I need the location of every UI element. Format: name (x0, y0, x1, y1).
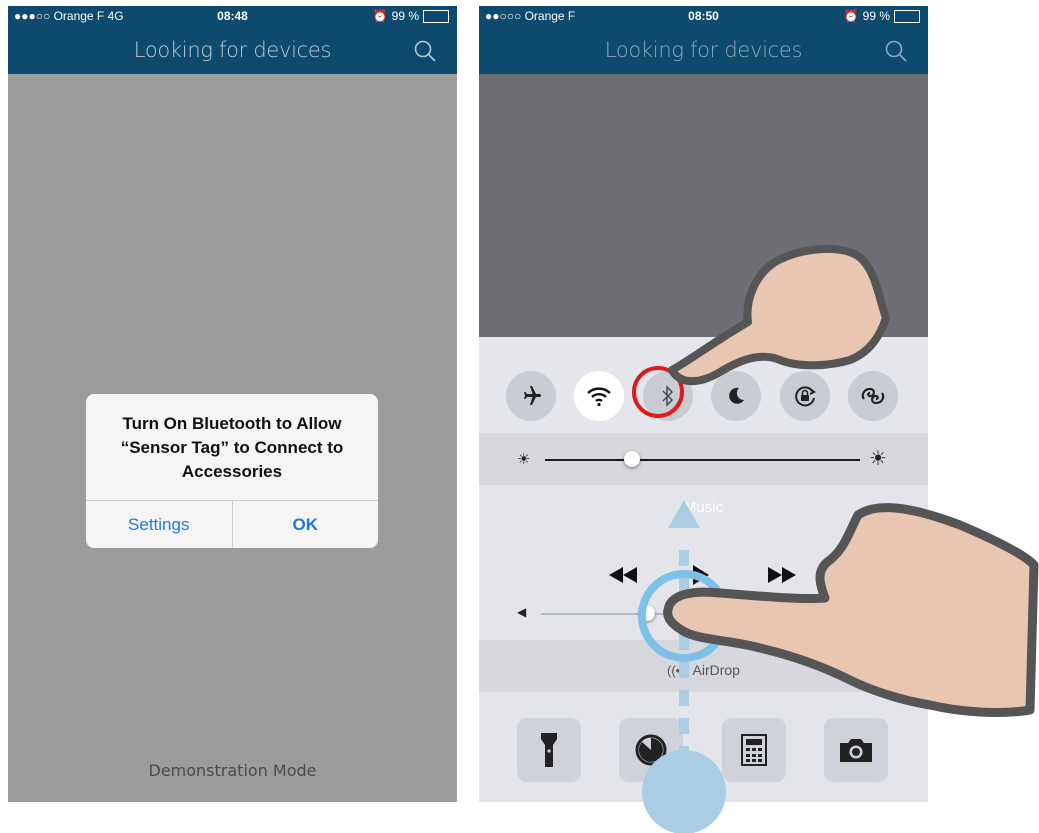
airplane-icon (524, 386, 541, 405)
airdrop-icon: ((•)) (667, 663, 693, 678)
ok-button[interactable]: OK (231, 501, 379, 548)
music-controls: Music ◀ (479, 485, 928, 640)
nav-bar: Looking for devices (8, 26, 457, 74)
rotation-lock-toggle[interactable] (780, 371, 830, 421)
moon-icon (729, 387, 744, 404)
fast-forward-icon[interactable] (766, 565, 798, 585)
volume-low-icon: ◀ (517, 605, 527, 619)
music-label: Music (683, 499, 724, 516)
bluetooth-icon (662, 385, 673, 407)
alarm-icon: ⏰ (372, 9, 388, 23)
rewind-icon[interactable] (607, 565, 639, 585)
alert-button-row: Settings OK (86, 500, 378, 548)
airdrop-text: AirDrop (692, 662, 740, 678)
battery-percent: 99 % (862, 9, 890, 23)
airplay-icon (861, 387, 885, 405)
status-bar: ●●○○○ Orange F 08:50 ⏰ 99 % (479, 6, 928, 26)
brightness-row: ☀ ☀ (479, 433, 928, 485)
alarm-icon: ⏰ (843, 9, 859, 23)
nav-bar: Looking for devices (479, 26, 928, 74)
airplay-mirror-toggle[interactable] (848, 371, 898, 421)
timer-icon (635, 734, 667, 766)
alert-line-1: Turn On Bluetooth to Allow (122, 414, 342, 433)
volume-slider-track[interactable] (541, 613, 861, 615)
device-list-area: Turn On Bluetooth to Allow “Sensor Tag” … (8, 74, 457, 802)
battery-indicator: ⏰ 99 % (844, 9, 920, 23)
bluetooth-alert-dialog: Turn On Bluetooth to Allow “Sensor Tag” … (86, 394, 378, 548)
camera-button[interactable] (824, 718, 888, 782)
alert-line-2: “Sensor Tag” to Connect to (120, 438, 344, 457)
bluetooth-toggle[interactable] (643, 371, 693, 421)
nav-title: Looking for devices (604, 38, 803, 62)
brightness-high-icon: ☀ (869, 448, 887, 470)
battery-icon (423, 9, 449, 23)
wifi-toggle[interactable] (574, 371, 624, 421)
calculator-button[interactable] (722, 718, 786, 782)
calculator-icon (741, 734, 767, 766)
do-not-disturb-toggle[interactable] (711, 371, 761, 421)
flashlight-icon (541, 733, 557, 767)
status-bar: ●●●○○ Orange F 4G 08:48 ⏰ 99 % (8, 6, 457, 26)
right-phone-screen: ●●○○○ Orange F 08:50 ⏰ 99 % Looking for … (479, 6, 928, 802)
brightness-slider-track[interactable] (545, 459, 860, 461)
settings-button[interactable]: Settings (86, 501, 232, 548)
toggle-row (479, 337, 928, 433)
battery-percent: 99 % (391, 9, 419, 23)
battery-indicator: ⏰ 99 % (373, 9, 449, 23)
airdrop-row[interactable]: ((•)) AirDrop (479, 640, 928, 692)
volume-slider-knob[interactable] (639, 605, 655, 621)
airplane-mode-toggle[interactable] (506, 371, 556, 421)
brightness-low-icon: ☀ (517, 451, 531, 468)
play-icon[interactable] (691, 563, 711, 587)
nav-title: Looking for devices (133, 38, 332, 62)
airdrop-label: ((•)) AirDrop (479, 662, 928, 678)
demonstration-mode-label[interactable]: Demonstration Mode (8, 761, 457, 780)
search-icon[interactable] (884, 39, 908, 63)
shortcut-row (479, 692, 928, 802)
rotation-lock-icon (795, 386, 816, 407)
search-icon[interactable] (413, 39, 437, 63)
control-center: ☀ ☀ Music ◀ ((•)) AirDrop (479, 337, 928, 802)
battery-icon (894, 9, 920, 23)
left-phone-screen: ●●●○○ Orange F 4G 08:48 ⏰ 99 % Looking f… (8, 6, 457, 802)
dimmed-app-area (479, 74, 928, 337)
wifi-icon (587, 387, 611, 407)
camera-icon (840, 739, 872, 762)
timer-button[interactable] (619, 718, 683, 782)
flashlight-button[interactable] (517, 718, 581, 782)
alert-line-3: Accessories (181, 462, 283, 481)
alert-message: Turn On Bluetooth to Allow “Sensor Tag” … (96, 412, 368, 484)
brightness-slider-knob[interactable] (624, 451, 640, 467)
